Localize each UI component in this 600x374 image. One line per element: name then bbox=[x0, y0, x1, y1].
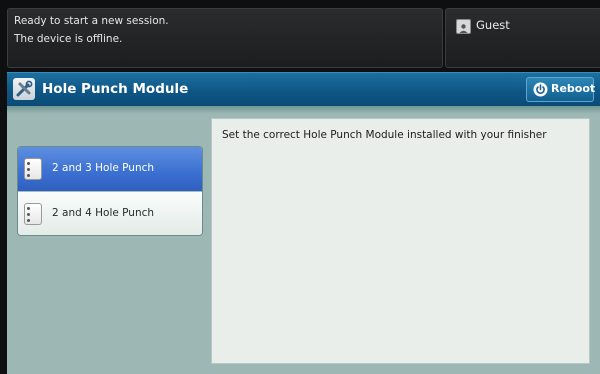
option-2-and-4-hole-punch[interactable]: 2 and 4 Hole Punch bbox=[18, 191, 202, 235]
reboot-button[interactable]: Reboot bbox=[526, 77, 596, 102]
info-panel: Set the correct Hole Punch Module instal… bbox=[211, 118, 590, 364]
status-panel: Ready to start a new session. The device… bbox=[7, 8, 443, 68]
user-label: Guest bbox=[476, 18, 510, 32]
hole-punch-option-list: 2 and 3 Hole Punch 2 and 4 Hole Punch bbox=[17, 146, 203, 236]
option-2-and-3-hole-punch[interactable]: 2 and 3 Hole Punch bbox=[18, 147, 202, 191]
tools-icon bbox=[13, 78, 35, 100]
reboot-label: Reboot bbox=[551, 82, 596, 95]
status-message: Ready to start a new session. bbox=[14, 15, 169, 27]
instruction-text: Set the correct Hole Punch Module instal… bbox=[222, 129, 547, 141]
user-login-button[interactable]: Guest bbox=[445, 8, 600, 68]
device-status: The device is offline. bbox=[14, 33, 123, 45]
hole-punch-page-icon bbox=[24, 203, 42, 225]
option-label: 2 and 3 Hole Punch bbox=[52, 162, 155, 174]
page-title: Hole Punch Module bbox=[42, 81, 189, 97]
user-icon bbox=[456, 19, 471, 34]
power-icon bbox=[533, 82, 548, 97]
hole-punch-page-icon bbox=[24, 158, 42, 180]
device-screen: Ready to start a new session. The device… bbox=[0, 0, 600, 374]
content-area: 2 and 3 Hole Punch 2 and 4 Hole Punch Se… bbox=[7, 106, 600, 374]
divider bbox=[7, 106, 600, 114]
title-bar: Hole Punch Module Reboot bbox=[7, 72, 600, 107]
option-label: 2 and 4 Hole Punch bbox=[52, 207, 155, 219]
